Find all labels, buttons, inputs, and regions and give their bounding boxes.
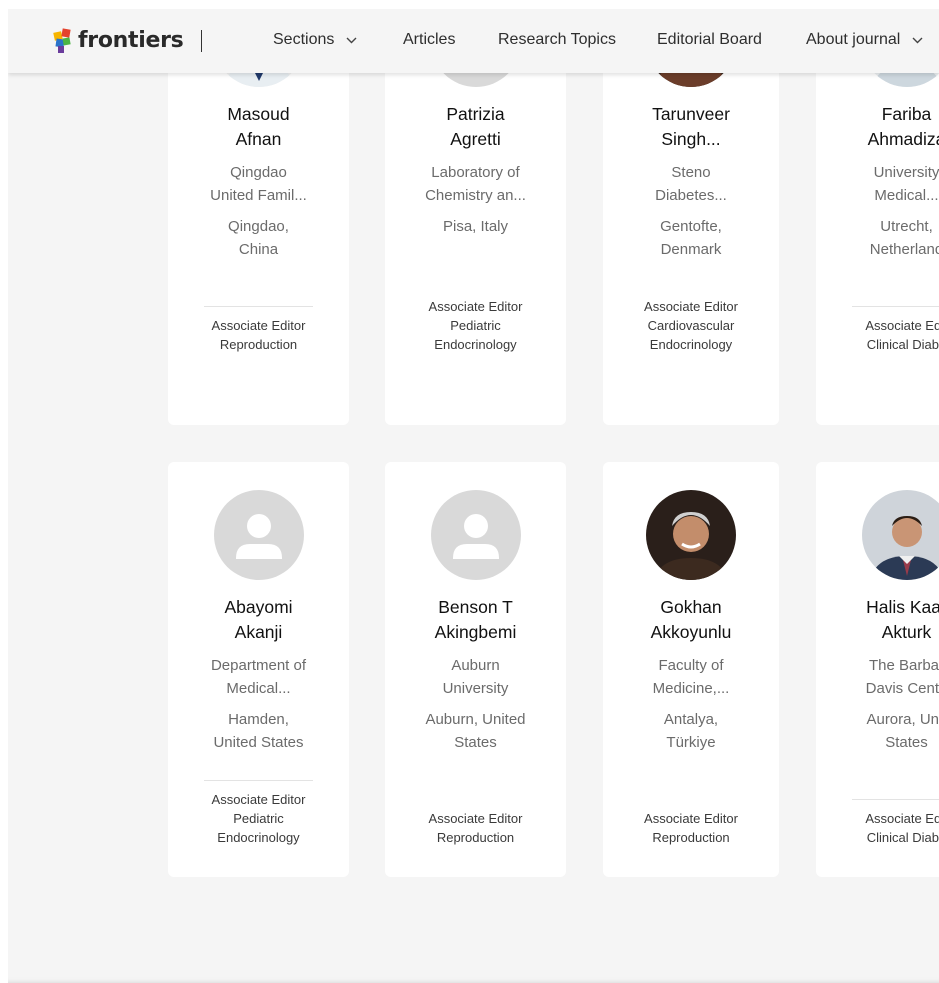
editor-role: Associate Editor — [428, 299, 523, 314]
card-divider — [852, 306, 939, 307]
editor-institution-line1: University — [873, 164, 939, 181]
card-divider — [852, 799, 939, 800]
editor-section-line1[interactable]: Pediatric — [168, 809, 349, 828]
editor-card[interactable]: Gokhan Akkoyunlu Faculty of Medicine,... Ant… — [603, 462, 779, 877]
editor-section-line1[interactable]: Clinical Diabe — [816, 335, 939, 354]
editor-name-line2[interactable]: Agretti — [385, 127, 566, 152]
editor-location-line2: United States — [213, 734, 304, 751]
editor-institution-line2: Medicine,... — [652, 680, 730, 697]
top-navigation-bar: frontiers Sections Articles Research Top… — [8, 9, 939, 73]
editor-photo[interactable] — [646, 490, 736, 580]
editor-section-line1[interactable]: Clinical Diabe — [816, 828, 939, 847]
editor-card[interactable]: Halis KaarAkturk The Barbar Davis Cente Aur… — [816, 462, 939, 877]
editor-institution-line1: Faculty of — [658, 657, 724, 674]
nav-research-topics[interactable]: Research Topics — [498, 31, 616, 49]
editor-institution-line1: Auburn — [451, 657, 500, 674]
editor-name-line2[interactable]: Akturk — [816, 620, 939, 645]
editor-location-line1: Qingdao, — [228, 218, 289, 235]
nav-editorial-board[interactable]: Editorial Board — [657, 31, 762, 49]
frontiers-logo[interactable]: frontiers — [52, 26, 184, 54]
editor-section-line1[interactable]: Reproduction — [385, 828, 566, 847]
logo-wordmark: frontiers — [78, 27, 184, 53]
nav-about-journal-label: About journal — [806, 31, 901, 48]
editor-location-line1: Gentofte, — [660, 218, 722, 235]
editor-name-line1[interactable]: Abayomi — [168, 595, 349, 620]
editor-section-line2[interactable]: Endocrinology — [385, 335, 566, 354]
editor-location-line2: States — [885, 734, 928, 751]
editor-institution-line2: Medical... — [226, 680, 291, 697]
editor-role: Associate Edit — [865, 318, 939, 333]
editor-photo[interactable] — [861, 490, 939, 580]
avatar-placeholder-icon[interactable] — [213, 490, 304, 580]
nav-about-journal[interactable]: About journal — [806, 31, 923, 49]
editor-location-line2: States — [454, 734, 497, 751]
chevron-down-icon — [912, 37, 923, 43]
editor-section-line2[interactable]: Endocrinology — [168, 828, 349, 847]
editor-role: Associate Editor — [211, 792, 306, 807]
editor-location-line1: Aurora, Unit — [866, 711, 939, 728]
editor-name-line1[interactable]: Patrizia — [385, 102, 566, 127]
editor-institution-line2: University — [442, 680, 509, 697]
chevron-down-icon — [346, 37, 357, 43]
nav-research-topics-label: Research Topics — [498, 31, 616, 48]
editor-name-line1[interactable]: Fariba — [816, 102, 939, 127]
editor-location-line1: Antalya, — [663, 711, 719, 728]
editor-section-line2[interactable]: Endocrinology — [603, 335, 779, 354]
editor-name-line2[interactable]: Singh... — [603, 127, 779, 152]
editor-role: Associate Edit — [865, 811, 939, 826]
editor-name-line2[interactable]: Akingbemi — [385, 620, 566, 645]
editor-institution-line2: United Famil... — [210, 187, 307, 204]
editor-institution-line2: Medical... — [874, 187, 939, 204]
editor-name-line1[interactable]: Benson T — [385, 595, 566, 620]
editor-card[interactable]: Benson T Akingbemi Auburn University Auburn,… — [385, 462, 566, 877]
editor-location-line1: Pisa, Italy — [442, 218, 509, 235]
editor-institution-line2: Diabetes... — [655, 187, 727, 204]
frontiers-logo-icon — [53, 28, 71, 53]
editor-section-line1[interactable]: Reproduction — [168, 335, 349, 354]
editor-location-line1: Hamden, — [228, 711, 289, 728]
editor-name-line1[interactable]: Tarunveer — [603, 102, 779, 127]
editor-institution-line2: Davis Cente — [865, 680, 939, 697]
editor-section-line1[interactable]: Reproduction — [603, 828, 779, 847]
editor-section-line1[interactable]: Pediatric — [385, 316, 566, 335]
editorial-board-grid: Masoud Afnan Qingdao United Famil... Qingdao… — [8, 9, 939, 983]
editor-name-line1[interactable]: Halis Kaar — [816, 595, 939, 620]
avatar-placeholder-icon[interactable] — [430, 490, 521, 580]
editor-institution-line1: The Barbar — [868, 657, 939, 674]
editor-name-line2[interactable]: Ahmadiza — [816, 127, 939, 152]
card-divider — [204, 306, 313, 307]
editor-location-line2: Netherland — [869, 241, 939, 258]
editor-role: Associate Editor — [211, 318, 306, 333]
editor-institution-line1: Laboratory of — [431, 164, 520, 181]
editor-role: Associate Editor — [644, 299, 738, 314]
card-divider — [204, 780, 313, 781]
editor-role: Associate Editor — [428, 811, 523, 826]
editor-name-line1[interactable]: Masoud — [168, 102, 349, 127]
editor-institution-line1: Department of — [210, 657, 307, 674]
nav-editorial-board-label: Editorial Board — [657, 31, 762, 48]
editor-location-line2: China — [238, 241, 279, 258]
editor-role: Associate Editor — [644, 811, 738, 826]
nav-sections[interactable]: Sections — [273, 31, 357, 49]
nav-sections-label: Sections — [273, 31, 335, 48]
editor-location-line2: Türkiye — [666, 734, 716, 751]
logo-divider — [201, 30, 202, 52]
editor-name-line2[interactable]: Akanji — [168, 620, 349, 645]
editor-location-line1: Utrecht, — [880, 218, 933, 235]
editor-card[interactable]: Abayomi Akanji Department of Medical... Hamd… — [168, 462, 349, 877]
editor-section-line1[interactable]: Cardiovascular — [603, 316, 779, 335]
editor-institution-line2: Chemistry an... — [425, 187, 526, 204]
editor-institution-line1: Steno — [671, 164, 711, 181]
editor-location-line1: Auburn, United — [425, 711, 526, 728]
editor-institution-line1: Qingdao — [230, 164, 287, 181]
editor-name-line2[interactable]: Akkoyunlu — [603, 620, 779, 645]
editor-name-line2[interactable]: Afnan — [168, 127, 349, 152]
nav-articles[interactable]: Articles — [403, 31, 455, 49]
page-viewport: Masoud Afnan Qingdao United Famil... Qingdao… — [8, 9, 939, 983]
editor-name-line1[interactable]: Gokhan — [603, 595, 779, 620]
nav-articles-label: Articles — [403, 31, 456, 48]
editor-location-line2: Denmark — [660, 241, 722, 258]
